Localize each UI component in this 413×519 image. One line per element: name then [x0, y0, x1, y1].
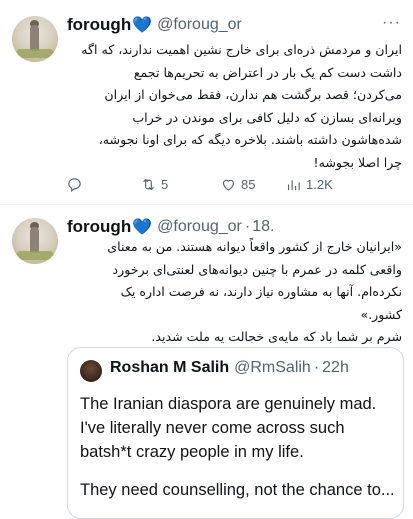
quoted-tweet-header: Roshan M Salih @RmSalih · 22h — [110, 359, 349, 377]
tweet-1[interactable]: forough 💙 @foroug_or ··· ایران و مردمش ذ… — [0, 0, 413, 205]
tweet-2[interactable]: forough 💙 @foroug_or · 18. «ایرانیان خار… — [0, 205, 413, 519]
quoted-tweet-date[interactable]: 22h — [322, 359, 349, 377]
quoted-line: I've literally never come across such — [80, 419, 345, 437]
tweet-line: شرم بر شما باد که مایه‌ی خجالت یه ملت شد… — [151, 329, 402, 344]
quoted-tweet-text: The Iranian diaspora are genuinely mad. … — [80, 392, 400, 502]
tweet-line: ایران و مردمش ذره‌ای برای خارج نشین اهمی… — [81, 42, 402, 57]
retweet-icon — [143, 178, 154, 191]
views-bar-icon — [287, 180, 300, 191]
avatar-figure — [30, 227, 39, 253]
tweet-text: «ایرانیان خارج از کشور واقعاً دیوانه هست… — [67, 236, 402, 349]
avatar-figure — [30, 25, 39, 51]
quoted-line: The Iranian diaspora are genuinely mad. — [80, 395, 377, 413]
heart-icon — [222, 179, 235, 191]
avatar-foliage — [16, 251, 54, 260]
quoted-user-handle[interactable]: @RmSalih — [234, 359, 311, 377]
action-bar: 5 85 1.2K — [60, 176, 390, 198]
tweet-line: چرا اصلا بجوشه! — [313, 154, 402, 170]
quoted-author-avatar[interactable] — [80, 360, 102, 382]
user-handle[interactable]: @foroug_or — [157, 16, 242, 34]
tweet-line: ویرانه‌ای بسازن که دلیل کافی برای موندن … — [132, 109, 402, 125]
quoted-display-name[interactable]: Roshan M Salih — [110, 359, 229, 377]
tweet-line: شده‌هاشون داشته باشند. بلاخره دیگه که بر… — [98, 132, 402, 147]
tweet-line: داشت دست کم یک بار در اعتراض به تحریم‌ها… — [133, 64, 402, 80]
tweet-line: واقعی کلمه در عمرم با چنین دیوانه‌های لع… — [112, 261, 402, 277]
author-avatar[interactable] — [12, 16, 58, 62]
separator-dot: · — [244, 218, 251, 235]
tweet-line: «ایرانیان خارج از کشور واقعاً دیوانه هست… — [107, 239, 402, 254]
blue-heart-emoji: 💙 — [132, 219, 153, 236]
avatar-foliage — [16, 49, 54, 58]
author-avatar[interactable] — [12, 218, 58, 264]
views-button[interactable]: 1.2K — [285, 176, 333, 193]
user-handle[interactable]: @foroug_or — [157, 218, 242, 236]
display-name[interactable]: forough — [67, 217, 131, 237]
quoted-line: They need counselling, not the chance to… — [80, 481, 395, 499]
quoted-tweet-card[interactable]: Roshan M Salih @RmSalih · 22h The Irania… — [67, 347, 404, 519]
separator-dot: · — [313, 359, 320, 376]
tweet-line: کشور.» — [360, 306, 402, 322]
reply-icon — [68, 178, 81, 193]
tweet-header: forough 💙 @foroug_or · 18. — [67, 216, 274, 238]
tweet-line: می‌کردن؛ قصد برگشت هم ندارن، فقط می‌خوان… — [104, 87, 402, 102]
tweet-header: forough 💙 @foroug_or — [67, 14, 242, 36]
quoted-line: batsh*t crazy people in my life. — [80, 443, 304, 461]
tweet-date[interactable]: 18. — [252, 218, 274, 236]
display-name[interactable]: forough — [67, 15, 131, 35]
retweet-button[interactable]: 5 — [140, 176, 168, 193]
reply-button[interactable] — [66, 176, 83, 193]
more-options-icon[interactable]: ··· — [382, 14, 401, 32]
like-count: 85 — [241, 177, 256, 192]
blue-heart-emoji: 💙 — [132, 17, 153, 34]
like-button[interactable]: 85 — [220, 176, 255, 193]
tweet-text: ایران و مردمش ذره‌ای برای خارج نشین اهمی… — [67, 39, 402, 174]
tweet-line: نکرده‌ام. آنها به مشاوره نیاز دارند، نه … — [120, 284, 402, 299]
view-count: 1.2K — [306, 177, 333, 192]
retweet-count: 5 — [161, 177, 169, 192]
